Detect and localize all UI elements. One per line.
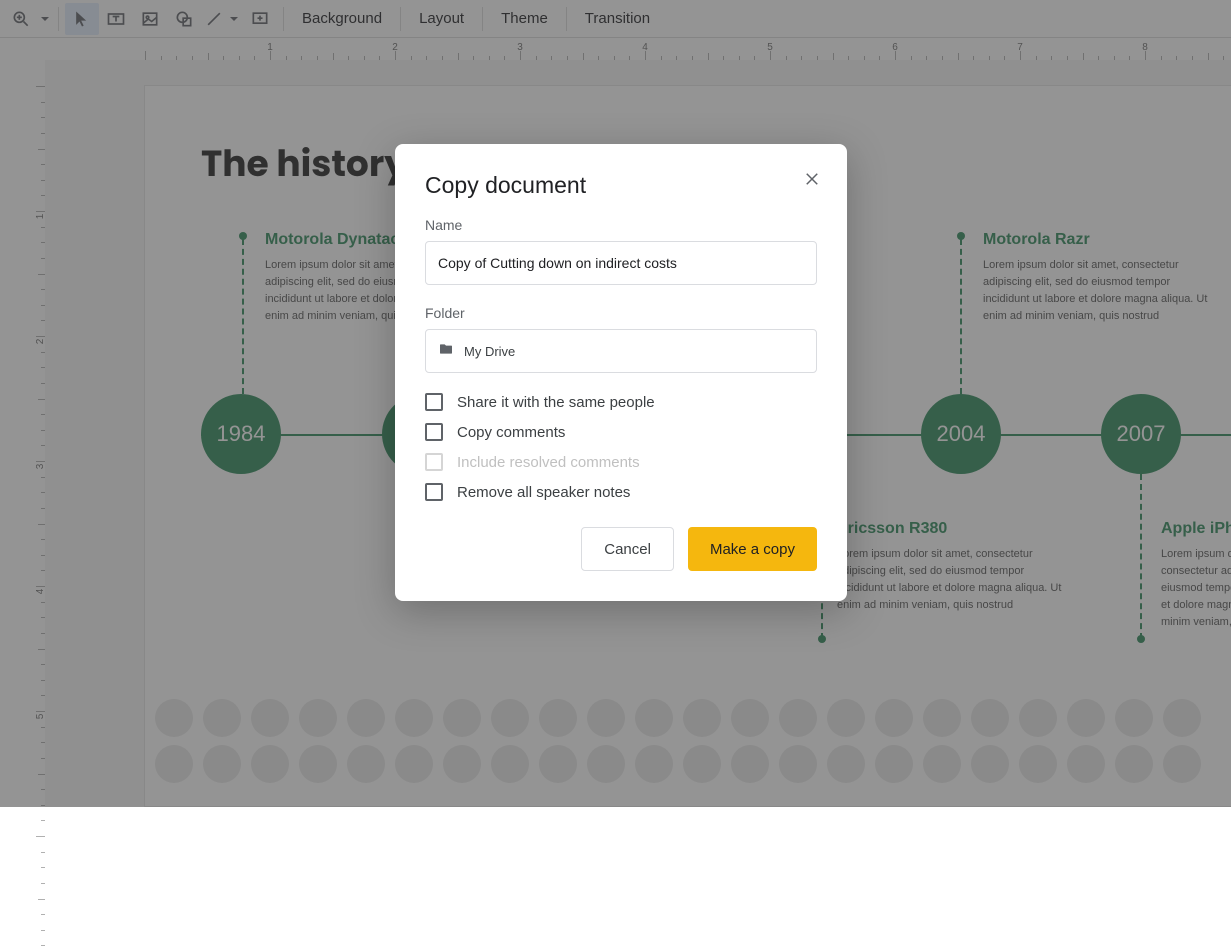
- checkbox-box: [425, 423, 443, 441]
- checkbox-label: Copy comments: [457, 424, 565, 441]
- folder-label: Folder: [425, 305, 817, 321]
- folder-name: My Drive: [464, 344, 515, 359]
- checkbox-box: [425, 483, 443, 501]
- checkbox-box: [425, 453, 443, 471]
- close-icon[interactable]: [797, 164, 827, 199]
- copy-comments-checkbox[interactable]: Copy comments: [425, 423, 817, 441]
- folder-icon: [438, 341, 454, 362]
- dialog-buttons: Cancel Make a copy: [425, 527, 817, 571]
- copy-document-dialog: Copy document Name Folder My Drive Share…: [395, 144, 847, 601]
- name-input[interactable]: [425, 241, 817, 285]
- checkbox-box: [425, 393, 443, 411]
- cancel-button[interactable]: Cancel: [581, 527, 674, 571]
- dialog-title: Copy document: [425, 172, 817, 199]
- remove-notes-checkbox[interactable]: Remove all speaker notes: [425, 483, 817, 501]
- checkbox-label: Remove all speaker notes: [457, 484, 630, 501]
- include-resolved-checkbox: Include resolved comments: [425, 453, 817, 471]
- name-label: Name: [425, 217, 817, 233]
- folder-selector[interactable]: My Drive: [425, 329, 817, 373]
- checkbox-label: Include resolved comments: [457, 454, 640, 471]
- share-checkbox[interactable]: Share it with the same people: [425, 393, 817, 411]
- checkbox-label: Share it with the same people: [457, 394, 655, 411]
- make-copy-button[interactable]: Make a copy: [688, 527, 817, 571]
